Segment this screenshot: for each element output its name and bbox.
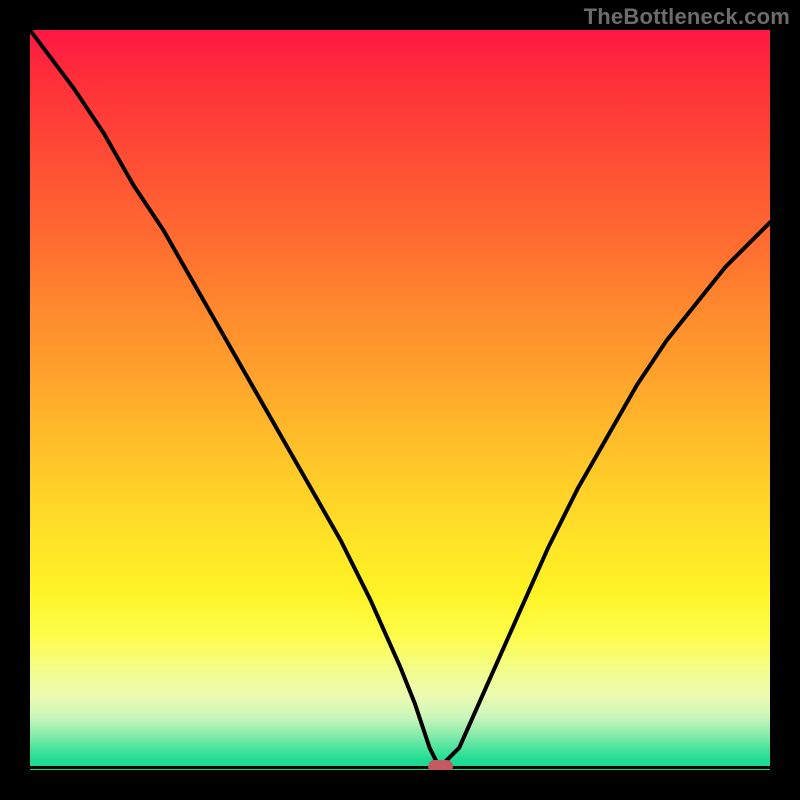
curve-path (30, 30, 770, 763)
chart-frame: TheBottleneck.com (0, 0, 800, 800)
plot-area (30, 30, 770, 770)
optimum-marker (428, 760, 453, 770)
watermark-text: TheBottleneck.com (584, 4, 790, 30)
bottleneck-curve (30, 30, 770, 770)
